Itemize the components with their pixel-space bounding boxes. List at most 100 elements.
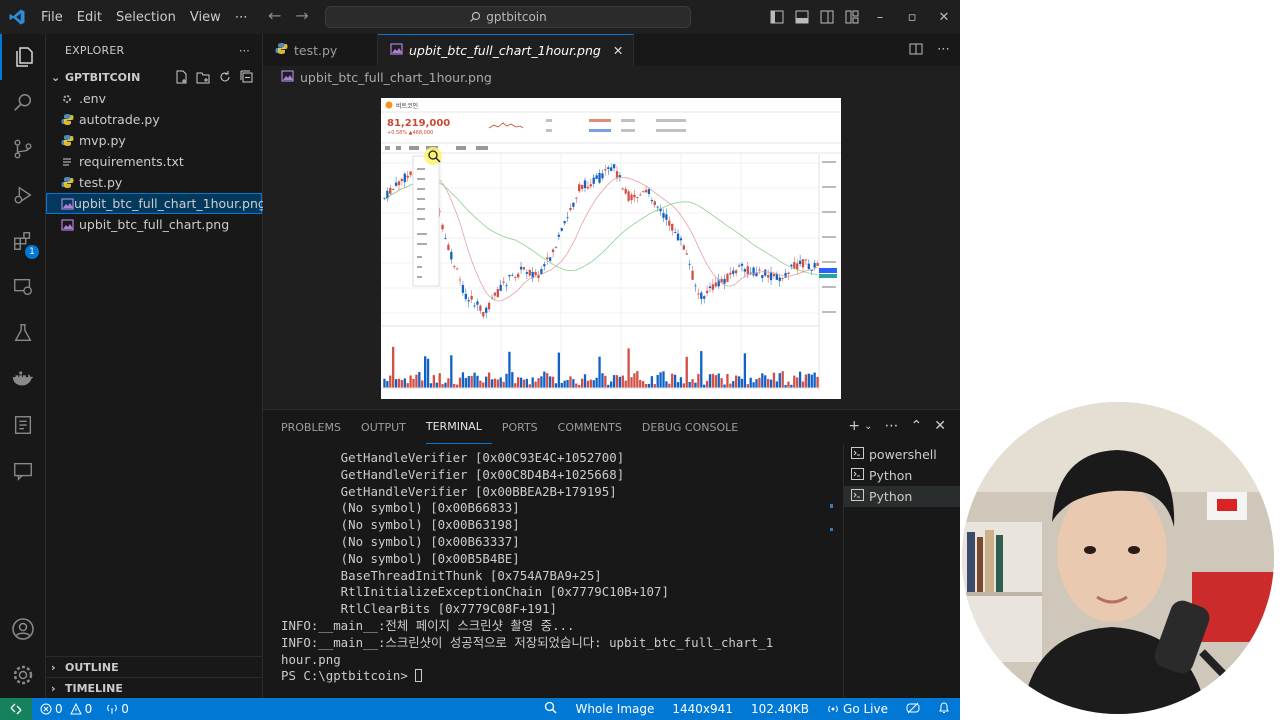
volume-bar <box>807 373 810 388</box>
editor-more-icon[interactable]: ⋯ <box>937 42 950 60</box>
terminal-item-python-1[interactable]: Python <box>844 465 960 486</box>
file-requirements-txt[interactable]: requirements.txt <box>46 151 262 172</box>
copilot-icon[interactable] <box>906 702 920 717</box>
split-editor-icon[interactable] <box>909 42 923 60</box>
vscode-logo-icon[interactable] <box>0 0 34 34</box>
menu-view[interactable]: View <box>183 10 228 25</box>
volume-bar <box>534 381 537 388</box>
minimize-icon[interactable]: – <box>864 10 896 25</box>
breadcrumb-file[interactable]: upbit_btc_full_chart_1hour.png <box>300 70 492 85</box>
new-folder-icon[interactable] <box>196 70 210 84</box>
candle-body <box>700 292 703 299</box>
panel-tab-debug-console[interactable]: DEBUG CONSOLE <box>642 410 748 444</box>
volume-bar <box>720 378 723 388</box>
volume-bar <box>540 376 543 388</box>
file-test-py[interactable]: test.py <box>46 172 262 193</box>
go-live-button[interactable]: Go Live <box>827 702 888 716</box>
command-center-search[interactable]: gptbitcoin <box>325 6 691 28</box>
workspace-folder[interactable]: ⌄ GPTBITCOIN <box>46 66 262 88</box>
terminal-item-powershell[interactable]: powershell <box>844 444 960 465</box>
account-icon[interactable] <box>0 606 46 652</box>
terminal-dropdown-icon[interactable]: ⌄ <box>864 421 872 434</box>
candle-body <box>560 228 563 231</box>
title-bar: File Edit Selection View ⋯ ← → gptbitcoi… <box>0 0 960 34</box>
panel-tab-ports[interactable]: PORTS <box>502 410 548 444</box>
explorer-more-icon[interactable]: ⋯ <box>239 44 250 57</box>
outline-section[interactable]: › OUTLINE <box>46 656 263 678</box>
run-debug-icon[interactable] <box>0 172 46 218</box>
terminal-item-python-2[interactable]: Python <box>844 486 960 507</box>
candle-body <box>569 207 572 211</box>
volume-bar <box>624 380 627 388</box>
search-view-icon[interactable] <box>0 80 46 126</box>
menu-selection[interactable]: Selection <box>109 10 183 25</box>
toggle-sidebar-icon[interactable] <box>764 10 789 24</box>
source-control-icon[interactable] <box>0 126 46 172</box>
close-tab-icon[interactable]: ✕ <box>613 43 623 58</box>
refresh-icon[interactable] <box>218 70 232 84</box>
terminal-output[interactable]: GetHandleVerifier [0x00C93E4C+1052700] G… <box>281 450 831 698</box>
file-env[interactable]: .env <box>46 88 262 109</box>
file-upbit-btc-full-chart-png[interactable]: upbit_btc_full_chart.png <box>46 214 262 235</box>
back-arrow-icon[interactable]: ← <box>268 8 281 24</box>
remote-indicator-icon[interactable] <box>0 698 32 720</box>
timeline-section[interactable]: › TIMELINE <box>46 677 263 699</box>
menu-file[interactable]: File <box>34 10 70 25</box>
chat-icon[interactable] <box>0 448 46 494</box>
menu-more[interactable]: ⋯ <box>228 10 255 25</box>
file-mvp-py[interactable]: mvp.py <box>46 130 262 151</box>
candle-body <box>732 270 735 274</box>
volume-bar <box>755 379 758 388</box>
notebook-icon[interactable] <box>0 402 46 448</box>
menu-edit[interactable]: Edit <box>70 10 109 25</box>
toggle-panel-icon[interactable] <box>789 10 814 24</box>
customize-layout-icon[interactable] <box>839 10 864 24</box>
volume-bar <box>485 376 488 388</box>
image-mode[interactable]: Whole Image <box>575 702 654 716</box>
problems-status[interactable]: 0 0 <box>40 702 92 716</box>
restore-icon[interactable]: ▫ <box>896 10 928 25</box>
candle-body <box>650 200 654 202</box>
toggle-secondary-sidebar-icon[interactable] <box>814 10 839 24</box>
volume-bar <box>671 373 674 388</box>
close-panel-icon[interactable]: ✕ <box>934 418 946 434</box>
close-window-icon[interactable]: ✕ <box>928 10 960 25</box>
file-autotrade-py[interactable]: autotrade.py <box>46 109 262 130</box>
settings-gear-icon[interactable] <box>0 652 46 698</box>
file-upbit-btc-full-chart-1hour-png[interactable]: upbit_btc_full_chart_1hour.png <box>46 193 266 214</box>
new-terminal-icon[interactable]: + <box>848 418 860 434</box>
ports-status[interactable]: 0 <box>106 702 129 716</box>
breadcrumb: upbit_btc_full_chart_1hour.png <box>263 66 960 88</box>
python-file-icon <box>61 113 79 126</box>
collapse-all-icon[interactable] <box>240 70 254 84</box>
panel-tab-terminal[interactable]: TERMINAL <box>425 410 492 444</box>
docker-icon[interactable] <box>0 356 46 402</box>
new-file-icon[interactable] <box>174 70 188 84</box>
volume-bar <box>662 371 665 388</box>
testing-icon[interactable] <box>0 310 46 356</box>
volume-bar <box>479 380 482 388</box>
tab-test-py[interactable]: test.py <box>263 34 378 66</box>
python-file-icon <box>61 176 79 189</box>
panel-tab-problems[interactable]: PROBLEMS <box>281 410 351 444</box>
webcam-overlay <box>962 402 1274 714</box>
panel-tab-output[interactable]: OUTPUT <box>361 410 416 444</box>
volume-bar <box>531 377 534 388</box>
tab-upbit-btc-full-chart-1hour-png[interactable]: upbit_btc_full_chart_1hour.png ✕ <box>378 34 635 66</box>
remote-explorer-icon[interactable] <box>0 264 46 310</box>
panel-tab-comments[interactable]: COMMENTS <box>558 410 632 444</box>
forward-arrow-icon[interactable]: → <box>295 8 308 24</box>
volume-bar <box>394 379 398 388</box>
bell-icon[interactable] <box>938 701 950 717</box>
explorer-icon[interactable] <box>0 34 46 80</box>
extensions-icon[interactable]: 1 <box>0 218 46 264</box>
panel-more-icon[interactable]: ⋯ <box>885 418 899 434</box>
image-preview[interactable]: 비트코인 81,219,000 +0.58% ▲468,000 <box>381 98 841 399</box>
ports-count: 0 <box>121 702 129 716</box>
volume-bar <box>441 384 444 388</box>
terminal-scrollbar[interactable] <box>828 450 836 698</box>
zoom-icon[interactable] <box>544 701 557 717</box>
maximize-panel-icon[interactable]: ⌃ <box>911 418 923 434</box>
explorer-title: EXPLORER <box>65 43 125 57</box>
candle-body <box>662 213 665 218</box>
